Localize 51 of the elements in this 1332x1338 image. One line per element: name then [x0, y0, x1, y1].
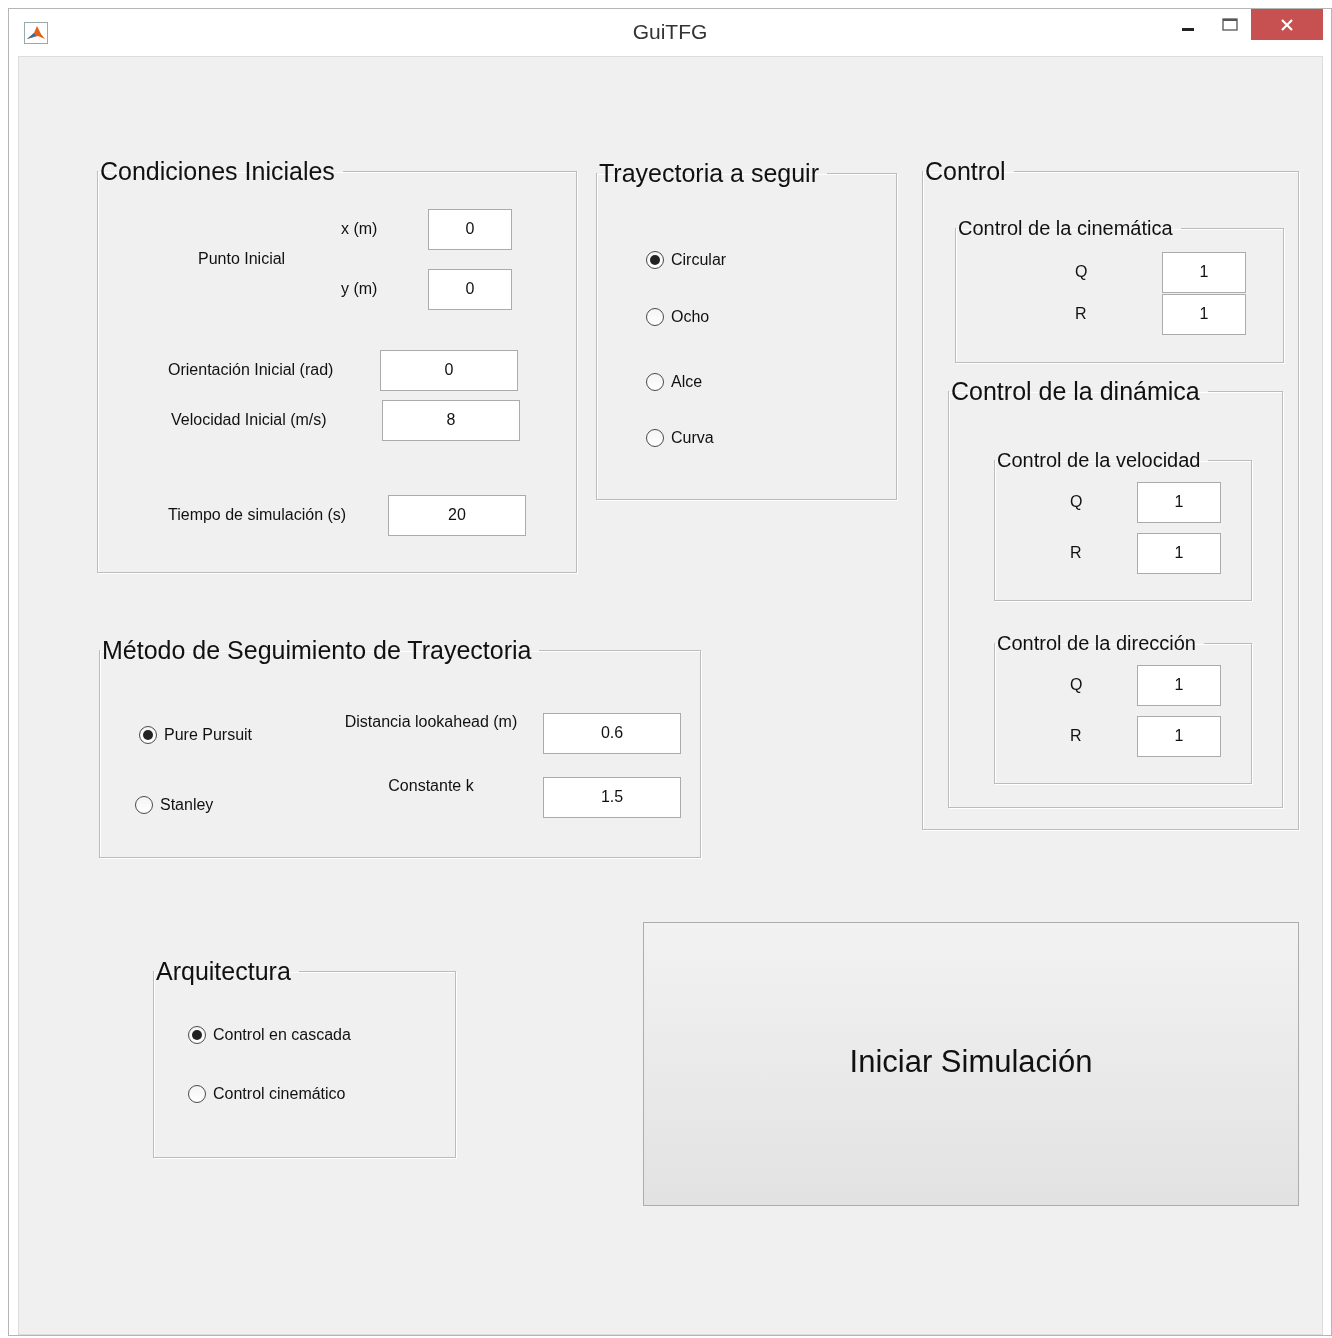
field-label: y (m)	[341, 280, 379, 299]
radio-option[interactable]: Stanley	[135, 795, 214, 814]
field-label: Orientación Inicial (rad)	[168, 361, 335, 380]
field-label: R	[1070, 544, 1083, 562]
radio-option[interactable]: Ocho	[646, 307, 710, 326]
radio-option[interactable]: Circular	[646, 250, 727, 269]
field-label: Distancia lookahead (m)	[343, 712, 519, 731]
field-label: R	[1070, 727, 1083, 745]
start-button[interactable]: Iniciar Simulación	[643, 922, 1299, 1206]
panel-title: Control de la cinemática	[957, 216, 1174, 240]
panel-title: Control de la velocidad	[996, 448, 1202, 472]
minimize-icon	[1182, 28, 1194, 31]
panel-title: Arquitectura	[155, 957, 292, 986]
input-field[interactable]: 0.6	[543, 712, 681, 754]
input-field[interactable]: 1.5	[543, 776, 681, 818]
field-label: Q	[1070, 676, 1084, 694]
input-field[interactable]: 1	[1137, 481, 1221, 523]
input-field[interactable]: 0	[380, 349, 518, 391]
input-field[interactable]: 20	[388, 494, 526, 536]
maximize-icon	[1222, 18, 1238, 32]
input-field[interactable]: 1	[1137, 715, 1221, 757]
panel-title: Control	[924, 157, 1007, 186]
input-field[interactable]: 0	[428, 268, 512, 310]
group-label: Punto Inicial	[198, 250, 287, 269]
panel-title: Control de la dirección	[996, 631, 1197, 655]
close-icon	[1280, 17, 1294, 32]
input-field[interactable]: 0	[428, 208, 512, 250]
input-field[interactable]: 8	[382, 399, 520, 441]
panel-title: Condiciones Iniciales	[99, 157, 336, 186]
input-field[interactable]: 1	[1162, 293, 1246, 335]
window-title: GuiTFG	[632, 20, 708, 43]
close-button[interactable]	[1251, 9, 1323, 40]
field-label: R	[1075, 305, 1088, 324]
field-label: x (m)	[341, 220, 379, 239]
panel-title: Control de la dinámica	[950, 376, 1201, 406]
radio-option[interactable]: Control cinemático	[188, 1084, 346, 1103]
radio-option[interactable]: Control en cascada	[188, 1025, 351, 1044]
panel-title: Método de Seguimiento de Trayectoria	[101, 636, 533, 665]
input-field[interactable]: 1	[1137, 532, 1221, 574]
app-icon	[24, 21, 48, 44]
radio-option[interactable]: Pure Pursuit	[139, 725, 253, 744]
field-label: Q	[1070, 493, 1084, 511]
radio-option[interactable]: Curva	[646, 428, 714, 447]
field-label: Q	[1075, 263, 1089, 282]
field-label: Velocidad Inicial (m/s)	[171, 411, 328, 430]
input-field[interactable]: 1	[1137, 664, 1221, 706]
input-field[interactable]: 1	[1162, 251, 1246, 293]
field-label: Tiempo de simulación (s)	[168, 506, 348, 525]
field-label: Constante k	[387, 776, 475, 795]
panel-title: Trayectoria a seguir	[598, 159, 820, 188]
radio-option[interactable]: Alce	[646, 372, 703, 391]
